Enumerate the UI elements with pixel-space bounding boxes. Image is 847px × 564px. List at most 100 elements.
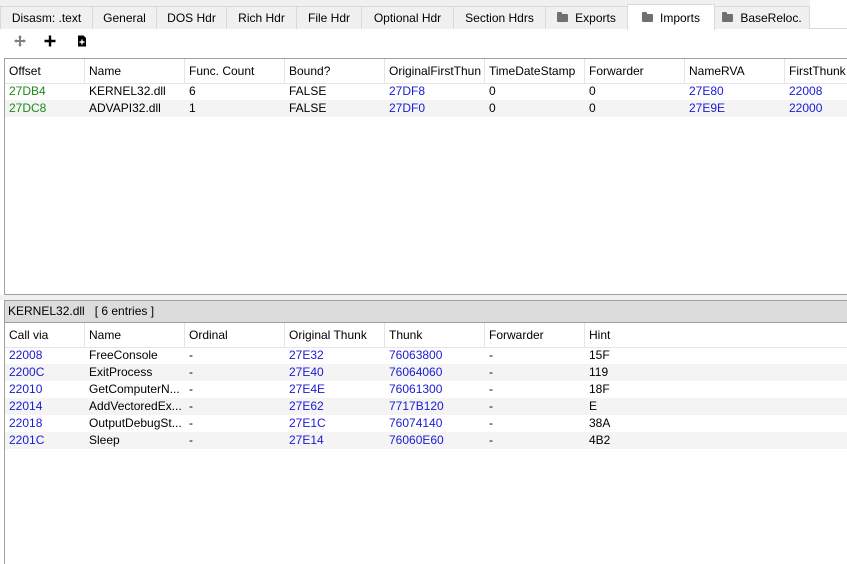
cell-name: KERNEL32.dll	[89, 84, 166, 98]
column-header-first-thunk[interactable]: FirstThunk	[785, 59, 847, 84]
tab-disasm-text[interactable]: Disasm: .text	[0, 6, 93, 29]
column-header-func-count[interactable]: Func. Count	[185, 59, 285, 84]
functions-table[interactable]: Call via Name Ordinal Original Thunk Thu…	[4, 322, 847, 564]
column-header-forwarder[interactable]: Forwarder	[485, 323, 585, 348]
cell-name: GetComputerN...	[89, 382, 180, 396]
table-row[interactable]: 22018 OutputDebugSt... - 27E1C 76074140 …	[5, 415, 847, 432]
cell-ordinal: -	[189, 382, 193, 396]
tab-exports[interactable]: Exports	[545, 6, 628, 29]
table-row[interactable]: 2201C Sleep - 27E14 76060E60 - 4B2	[5, 432, 847, 449]
column-header-name[interactable]: Name	[85, 323, 185, 348]
cell-call-via: 22008	[9, 348, 43, 362]
move-button[interactable]	[11, 32, 29, 50]
cell-ordinal: -	[189, 365, 193, 379]
cell-thunk: 76061300	[389, 382, 443, 396]
column-header-ordinal[interactable]: Ordinal	[185, 323, 285, 348]
cell-hint: 119	[589, 365, 609, 379]
tab-general[interactable]: General	[92, 6, 157, 29]
imports-table[interactable]: Offset Name Func. Count Bound? OriginalF…	[4, 58, 847, 295]
tab-optional-hdr[interactable]: Optional Hdr	[361, 6, 454, 29]
cell-ordinal: -	[189, 348, 193, 362]
cell-first-thunk: 22000	[789, 101, 823, 115]
cell-offset: 27DB4	[9, 84, 46, 98]
cell-original-thunk: 27E1C	[289, 416, 326, 430]
column-header-offset[interactable]: Offset	[5, 59, 85, 84]
folder-icon	[557, 12, 569, 22]
cell-original-thunk: 27E32	[289, 348, 324, 362]
tab-label: Imports	[659, 10, 700, 25]
table-row[interactable]: 22008 FreeConsole - 27E32 76063800 - 15F	[5, 347, 847, 364]
cell-original-thunk: 27E40	[289, 365, 324, 379]
column-header-hint[interactable]: Hint	[585, 323, 847, 348]
table-row[interactable]: 27DC8 ADVAPI32.dll 1 FALSE 27DF0 0 0 27E…	[5, 100, 847, 117]
cell-name: OutputDebugSt...	[89, 416, 182, 430]
tab-label: Section Hdrs	[465, 11, 534, 25]
cell-original-first-thunk: 27DF8	[389, 84, 426, 98]
tab-basereloc[interactable]: BaseReloc.	[714, 6, 810, 29]
cell-time-date-stamp: 0	[489, 84, 496, 98]
cell-bound: FALSE	[289, 101, 327, 115]
cell-thunk: 76074140	[389, 416, 443, 430]
tab-dos-hdr[interactable]: DOS Hdr	[156, 6, 227, 29]
tab-label: General	[103, 11, 146, 25]
table-row[interactable]: 22010 GetComputerN... - 27E4E 76061300 -…	[5, 381, 847, 398]
cell-forwarder: -	[489, 365, 493, 379]
cell-name-rva: 27E9E	[689, 101, 726, 115]
column-header-name[interactable]: Name	[85, 59, 185, 84]
tab-section-hdrs[interactable]: Section Hdrs	[453, 6, 546, 29]
cell-name: FreeConsole	[89, 348, 158, 362]
cell-hint: 18F	[589, 382, 610, 396]
cell-name: AddVectoredEx...	[89, 399, 182, 413]
imports-table-header: Offset Name Func. Count Bound? OriginalF…	[5, 59, 847, 84]
add-button[interactable]	[41, 32, 59, 50]
cell-forwarder: 0	[589, 101, 596, 115]
cell-forwarder: -	[489, 382, 493, 396]
table-row[interactable]: 22014 AddVectoredEx... - 27E62 7717B120 …	[5, 398, 847, 415]
cell-first-thunk: 22008	[789, 84, 823, 98]
cell-hint: 4B2	[589, 433, 611, 447]
column-header-call-via[interactable]: Call via	[5, 323, 85, 348]
column-header-time-date-stamp[interactable]: TimeDateStamp	[485, 59, 585, 84]
cell-forwarder: -	[489, 416, 493, 430]
table-row[interactable]: 27DB4 KERNEL32.dll 6 FALSE 27DF8 0 0 27E…	[5, 83, 847, 100]
cell-forwarder: 0	[589, 84, 596, 98]
cell-call-via: 22014	[9, 399, 43, 413]
cell-name-rva: 27E80	[689, 84, 724, 98]
column-header-bound[interactable]: Bound?	[285, 59, 385, 84]
tab-rich-hdr[interactable]: Rich Hdr	[226, 6, 297, 29]
cell-ordinal: -	[189, 416, 193, 430]
cell-original-thunk: 27E62	[289, 399, 324, 413]
folder-icon	[641, 11, 653, 22]
add-document-button[interactable]	[73, 32, 91, 50]
cell-forwarder: -	[489, 348, 493, 362]
column-header-thunk[interactable]: Thunk	[385, 323, 485, 348]
cell-thunk: 76063800	[389, 348, 443, 362]
cell-name: ExitProcess	[89, 365, 153, 379]
column-header-forwarder[interactable]: Forwarder	[585, 59, 685, 84]
cell-call-via: 2200C	[9, 365, 45, 379]
add-document-icon	[78, 35, 86, 47]
tab-file-hdr[interactable]: File Hdr	[296, 6, 362, 29]
column-header-name-rva[interactable]: NameRVA	[685, 59, 785, 84]
cell-original-thunk: 27E14	[289, 433, 324, 447]
functions-table-header: Call via Name Ordinal Original Thunk Thu…	[5, 323, 847, 348]
cell-hint: E	[589, 399, 598, 413]
cell-hint: 15F	[589, 348, 610, 362]
cell-thunk: 7717B120	[389, 399, 444, 413]
move-icon	[14, 35, 26, 47]
cell-offset: 27DC8	[9, 101, 47, 115]
tab-imports[interactable]: Imports	[627, 4, 715, 30]
cell-call-via: 22010	[9, 382, 43, 396]
cell-func-count: 1	[189, 101, 196, 115]
cell-call-via: 22018	[9, 416, 43, 430]
column-header-original-first-thunk[interactable]: OriginalFirstThun	[385, 59, 485, 84]
cell-ordinal: -	[189, 399, 193, 413]
cell-bound: FALSE	[289, 84, 327, 98]
table-row[interactable]: 2200C ExitProcess - 27E40 76064060 - 119	[5, 364, 847, 381]
tab-label: Rich Hdr	[238, 11, 285, 25]
cell-time-date-stamp: 0	[489, 101, 496, 115]
cell-thunk: 76064060	[389, 365, 443, 379]
column-header-original-thunk[interactable]: Original Thunk	[285, 323, 385, 348]
cell-original-thunk: 27E4E	[289, 382, 326, 396]
tab-label: Optional Hdr	[373, 11, 442, 25]
